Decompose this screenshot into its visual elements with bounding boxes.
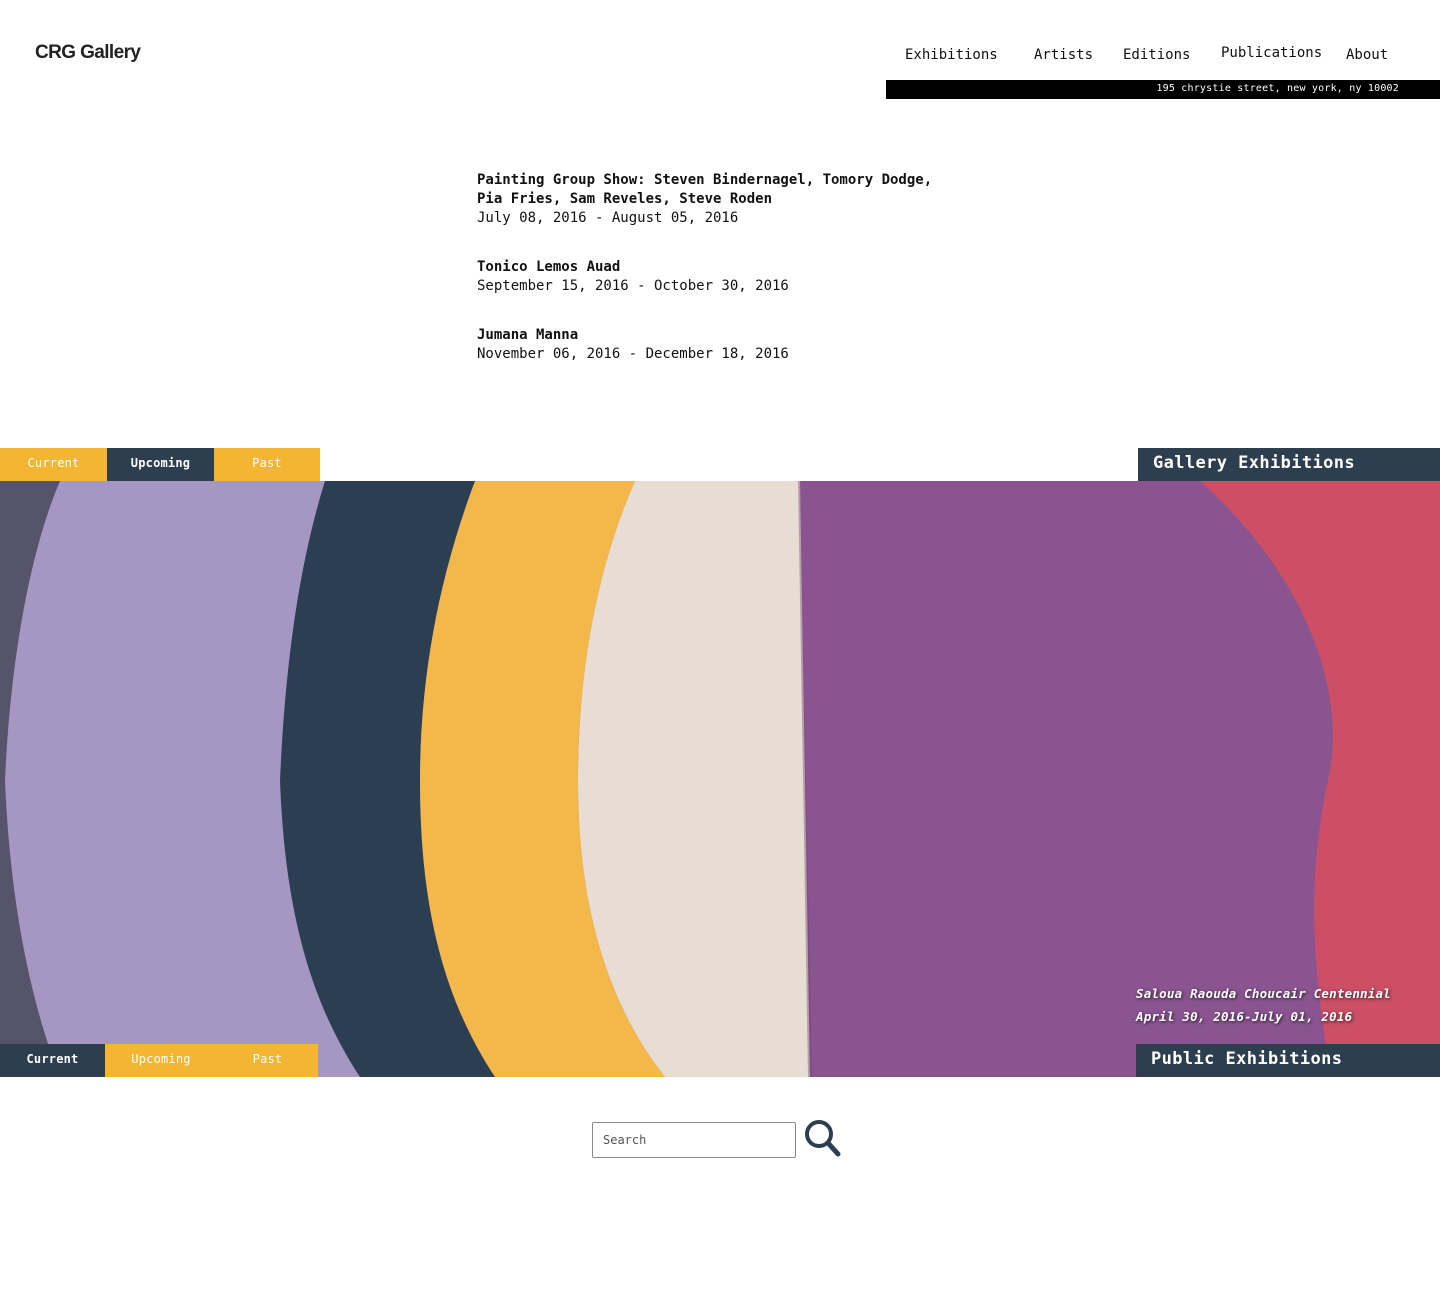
exhibition-dates: November 06, 2016 - December 18, 2016 bbox=[477, 346, 789, 362]
public-tab-upcoming[interactable]: Upcoming bbox=[105, 1044, 217, 1077]
upcoming-exhibition-list: Painting Group Show: Steven Bindernagel,… bbox=[477, 171, 997, 364]
public-tab-current[interactable]: Current bbox=[0, 1044, 105, 1077]
search-icon bbox=[805, 1120, 841, 1157]
exhibition-item[interactable]: Jumana Manna November 06, 2016 - Decembe… bbox=[477, 326, 997, 364]
exhibition-item[interactable]: Painting Group Show: Steven Bindernagel,… bbox=[477, 171, 997, 228]
nav-artists[interactable]: Artists bbox=[1034, 47, 1093, 63]
nav-about[interactable]: About bbox=[1346, 47, 1388, 63]
gallery-address: 195 chrystie street, new york, ny 10002 bbox=[1156, 83, 1399, 94]
public-tab-past[interactable]: Past bbox=[217, 1044, 318, 1077]
search-button[interactable] bbox=[804, 1119, 842, 1159]
gallery-logo[interactable]: CRG Gallery bbox=[35, 42, 141, 64]
nav-editions[interactable]: Editions bbox=[1123, 47, 1190, 63]
nav-publications[interactable]: Publications bbox=[1221, 45, 1322, 61]
gallery-tab-upcoming[interactable]: Upcoming bbox=[107, 448, 214, 481]
exhibition-title[interactable]: Tonico Lemos Auad bbox=[477, 258, 997, 277]
public-exhibitions-label: Public Exhibitions bbox=[1136, 1044, 1440, 1077]
search-input[interactable] bbox=[592, 1122, 796, 1158]
exhibition-dates: September 15, 2016 - October 30, 2016 bbox=[477, 278, 789, 294]
gallery-tab-past[interactable]: Past bbox=[214, 448, 320, 481]
exhibition-title[interactable]: Jumana Manna bbox=[477, 326, 997, 345]
exhibition-dates: July 08, 2016 - August 05, 2016 bbox=[477, 210, 739, 226]
hero-caption-title[interactable]: Saloua Raouda Choucair Centennial bbox=[1136, 982, 1391, 1005]
hero-artwork-image[interactable]: Saloua Raouda Choucair Centennial April … bbox=[0, 481, 1440, 1077]
exhibition-item[interactable]: Tonico Lemos Auad September 15, 2016 - O… bbox=[477, 258, 997, 296]
hero-caption[interactable]: Saloua Raouda Choucair Centennial April … bbox=[1136, 982, 1391, 1028]
address-bar: 195 chrystie street, new york, ny 10002 bbox=[886, 80, 1440, 99]
hero-caption-dates: April 30, 2016-July 01, 2016 bbox=[1136, 1009, 1353, 1024]
exhibition-title[interactable]: Painting Group Show: Steven Bindernagel,… bbox=[477, 171, 997, 190]
gallery-exhibition-tabs: Current Upcoming Past bbox=[0, 448, 320, 481]
nav-exhibitions[interactable]: Exhibitions bbox=[905, 47, 998, 63]
exhibition-title-continued[interactable]: Pia Fries, Sam Reveles, Steve Roden bbox=[477, 190, 997, 209]
gallery-tab-current[interactable]: Current bbox=[0, 448, 107, 481]
gallery-exhibitions-label: Gallery Exhibitions bbox=[1138, 448, 1440, 481]
public-exhibition-tabs: Current Upcoming Past bbox=[0, 1044, 318, 1077]
